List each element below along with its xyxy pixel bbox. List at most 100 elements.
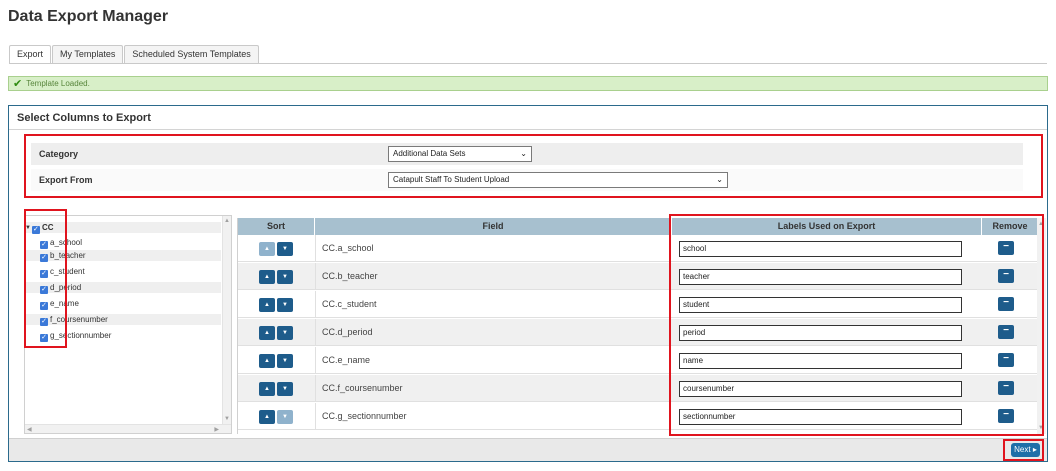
export-from-label: Export From <box>39 175 93 185</box>
table-row: ▲ ▼ CC.d_period period − <box>238 319 1038 346</box>
tree-item[interactable]: ✓ c_student <box>25 266 221 278</box>
tab-export[interactable]: Export <box>9 45 52 64</box>
remove-button[interactable]: − <box>998 241 1014 255</box>
field-name: CC.f_coursenumber <box>315 375 672 402</box>
table-row: ▲ ▼ CC.b_teacher teacher − <box>238 263 1038 290</box>
table-row: ▲ ▼ CC.c_student student − <box>238 291 1038 318</box>
tree-vertical-scrollbar[interactable]: ▲ ▼ <box>222 216 231 433</box>
footer-bar <box>9 438 1047 461</box>
remove-button[interactable]: − <box>998 325 1014 339</box>
checkbox-checked-icon[interactable]: ✓ <box>40 286 48 294</box>
move-down-button[interactable]: ▼ <box>277 382 293 396</box>
tree-item-label: c_student <box>50 267 85 276</box>
export-label-input[interactable]: sectionnumber <box>679 409 962 425</box>
tree-item[interactable]: ✓ d_period <box>25 282 221 294</box>
category-label: Category <box>39 149 79 159</box>
tree-item-label: a_school <box>50 238 83 247</box>
tree-item-label: b_teacher <box>50 251 86 260</box>
scroll-down-icon[interactable]: ▼ <box>1038 425 1044 431</box>
move-down-button[interactable]: ▼ <box>277 270 293 284</box>
field-name: CC.d_period <box>315 319 672 346</box>
move-down-button[interactable]: ▼ <box>277 354 293 368</box>
table-row: ▲ ▼ CC.g_sectionnumber sectionnumber − <box>238 403 1038 430</box>
scroll-up-icon[interactable]: ▲ <box>224 218 230 224</box>
tree-root-label: CC <box>41 223 54 232</box>
scroll-right-icon[interactable]: ▶ <box>214 426 219 433</box>
tree-item-label: g_sectionnumber <box>50 331 112 340</box>
move-up-button[interactable]: ▲ <box>259 382 275 396</box>
tree-root[interactable]: ▼ ✓ CC <box>25 222 221 234</box>
chevron-down-icon: ⌄ <box>520 149 527 158</box>
remove-button[interactable]: − <box>998 409 1014 423</box>
export-from-value: Catapult Staff To Student Upload <box>393 175 510 184</box>
tab-divider <box>9 63 1047 64</box>
tab-my-templates[interactable]: My Templates <box>52 45 124 63</box>
sort-controls: ▲ ▼ <box>259 382 293 396</box>
category-row: Category Additional Data Sets ⌄ <box>31 143 1023 165</box>
caret-down-icon[interactable]: ▼ <box>25 223 31 234</box>
status-banner: ✔ Template Loaded. <box>8 76 1048 91</box>
remove-button[interactable]: − <box>998 269 1014 283</box>
move-down-button[interactable]: ▼ <box>277 242 293 256</box>
sort-controls: ▲ ▼ <box>259 354 293 368</box>
grid-vertical-scrollbar[interactable]: ▲ ▼ <box>1037 218 1046 434</box>
sort-header: Sort <box>238 218 315 235</box>
table-row: ▲ ▼ CC.e_name name − <box>238 347 1038 374</box>
move-up-button[interactable]: ▲ <box>259 242 275 256</box>
field-header: Field <box>315 218 672 235</box>
tree-item[interactable]: ✓ a_school <box>25 237 221 249</box>
move-up-button[interactable]: ▲ <box>259 410 275 424</box>
sort-controls: ▲ ▼ <box>259 410 293 424</box>
next-button[interactable]: Next ▸ <box>1011 443 1040 457</box>
field-name: CC.a_school <box>315 235 672 262</box>
remove-header: Remove <box>992 221 1028 231</box>
tree-item[interactable]: ✓ g_sectionnumber <box>25 330 221 342</box>
tree-item-label: e_name <box>50 299 79 308</box>
sort-controls: ▲ ▼ <box>259 326 293 340</box>
status-text: Template Loaded. <box>26 79 90 88</box>
table-row: ▲ ▼ CC.f_coursenumber coursenumber − <box>238 375 1038 402</box>
tree-item[interactable]: ✓ f_coursenumber <box>25 314 221 326</box>
source-selectors: Category Additional Data Sets ⌄ Export F… <box>23 140 1030 196</box>
checkbox-checked-icon[interactable]: ✓ <box>40 334 48 342</box>
checkbox-checked-icon[interactable]: ✓ <box>40 241 48 249</box>
export-label-input[interactable]: period <box>679 325 962 341</box>
tree-item[interactable]: ✓ e_name <box>25 298 221 310</box>
panel-title: Select Columns to Export <box>17 112 151 124</box>
chevron-down-icon: ⌄ <box>716 175 723 184</box>
move-up-button[interactable]: ▲ <box>259 298 275 312</box>
scroll-left-icon[interactable]: ◀ <box>27 426 32 433</box>
checkbox-checked-icon[interactable]: ✓ <box>40 318 48 326</box>
tab-scheduled-system-templates[interactable]: Scheduled System Templates <box>124 45 259 63</box>
category-select[interactable]: Additional Data Sets ⌄ <box>388 146 532 162</box>
field-name: CC.e_name <box>315 347 672 374</box>
checkbox-checked-icon[interactable]: ✓ <box>40 302 48 310</box>
checkbox-checked-icon[interactable]: ✓ <box>31 226 40 234</box>
checkbox-checked-icon[interactable]: ✓ <box>40 254 48 262</box>
export-label-input[interactable]: school <box>679 241 962 257</box>
export-from-select[interactable]: Catapult Staff To Student Upload ⌄ <box>388 172 728 188</box>
checkbox-checked-icon[interactable]: ✓ <box>40 270 48 278</box>
tree-item[interactable]: ✓ b_teacher <box>25 250 221 262</box>
export-label-input[interactable]: teacher <box>679 269 962 285</box>
move-up-button[interactable]: ▲ <box>259 354 275 368</box>
export-columns-grid: Sort Field Labels Used on Export Remove … <box>237 218 1046 434</box>
remove-button[interactable]: − <box>998 353 1014 367</box>
move-down-button[interactable]: ▼ <box>277 410 293 424</box>
scroll-down-icon[interactable]: ▼ <box>224 416 230 422</box>
export-label-input[interactable]: coursenumber <box>679 381 962 397</box>
table-row: ▲ ▼ CC.a_school school − <box>238 235 1038 262</box>
panel-divider <box>9 129 1047 130</box>
export-label-input[interactable]: student <box>679 297 962 313</box>
move-down-button[interactable]: ▼ <box>277 298 293 312</box>
tree-horizontal-scrollbar[interactable]: ◀ ▶ <box>25 424 231 433</box>
move-up-button[interactable]: ▲ <box>259 326 275 340</box>
tree-item-label: f_coursenumber <box>50 315 108 324</box>
remove-button[interactable]: − <box>998 381 1014 395</box>
export-label-input[interactable]: name <box>679 353 962 369</box>
move-down-button[interactable]: ▼ <box>277 326 293 340</box>
move-up-button[interactable]: ▲ <box>259 270 275 284</box>
sort-controls: ▲ ▼ <box>259 242 293 256</box>
remove-button[interactable]: − <box>998 297 1014 311</box>
scroll-up-icon[interactable]: ▲ <box>1038 221 1044 227</box>
